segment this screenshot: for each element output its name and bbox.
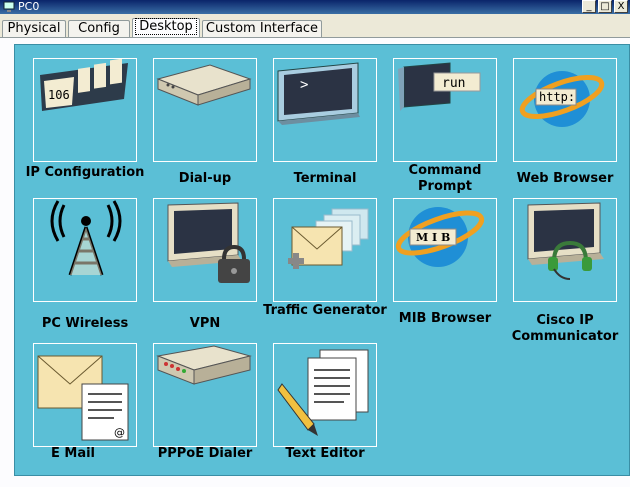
email-label: E Mail — [50, 446, 96, 461]
terminal-icon: > — [277, 62, 360, 125]
tab-desktop[interactable]: Desktop — [132, 18, 200, 38]
svg-text:>: > — [300, 77, 308, 93]
dial-up-label: Dial-up — [178, 171, 232, 186]
web-browser-label: Web Browser — [516, 171, 614, 186]
pppoe-dialer-button[interactable] — [153, 343, 257, 447]
pc-wireless-label: PC Wireless — [41, 316, 129, 331]
traffic-generator-label: Traffic Generator — [263, 303, 387, 318]
pppoe-dialer-label: PPPoE Dialer — [157, 446, 253, 461]
title-bar: PC0 _ □ X — [0, 0, 630, 14]
web-browser-icon: http: — [519, 71, 605, 127]
svg-text:run: run — [442, 76, 465, 91]
svg-text:106: 106 — [48, 88, 70, 102]
terminal-label: Terminal — [293, 171, 357, 186]
pc-app-icon — [3, 1, 15, 12]
command-prompt-button[interactable]: run — [393, 58, 497, 162]
pc-wireless-button[interactable] — [33, 198, 137, 302]
svg-text:http:: http: — [539, 90, 575, 104]
text-editor-button[interactable] — [273, 343, 377, 447]
traffic-generator-button[interactable] — [273, 198, 377, 302]
email-button[interactable]: @ — [33, 343, 137, 447]
svg-text:M I B: M I B — [416, 231, 450, 244]
wireless-antenna-icon — [50, 200, 122, 276]
desktop-panel: 106 IP Configuration Dial-up > Terminal … — [14, 44, 630, 476]
window-title: PC0 — [18, 0, 40, 13]
web-browser-button[interactable]: http: — [513, 58, 617, 162]
vpn-button[interactable] — [153, 198, 257, 302]
ip-configuration-label: IP Configuration — [25, 165, 145, 180]
terminal-button[interactable]: > — [273, 58, 377, 162]
text-editor-icon — [277, 349, 369, 436]
dial-up-button[interactable] — [153, 58, 257, 162]
ip-communicator-icon — [527, 202, 604, 280]
tab-physical[interactable]: Physical — [2, 20, 66, 38]
mib-browser-button[interactable]: M I B — [393, 198, 497, 302]
text-editor-label: Text Editor — [285, 446, 365, 461]
tab-config[interactable]: Config — [68, 20, 130, 38]
pppoe-dialer-icon — [156, 345, 252, 385]
svg-text:@: @ — [114, 426, 125, 439]
tab-custom-interface[interactable]: Custom Interface — [202, 20, 322, 38]
ip-configuration-icon: 106 — [40, 59, 128, 111]
minimize-button[interactable]: _ — [582, 0, 596, 13]
vpn-lock-icon — [167, 202, 250, 283]
command-prompt-label: Command Prompt — [408, 163, 482, 194]
ip-configuration-button[interactable]: 106 — [33, 58, 137, 162]
traffic-generator-icon — [288, 208, 369, 269]
modem-icon — [156, 64, 252, 106]
maximize-button[interactable]: □ — [598, 0, 612, 13]
command-prompt-icon: run — [398, 62, 481, 111]
email-icon: @ — [37, 355, 129, 441]
mib-browser-icon: M I B — [395, 207, 485, 267]
tab-bar: Physical Config Desktop Custom Interface — [0, 14, 630, 38]
vpn-label: VPN — [189, 316, 221, 331]
cisco-ip-communicator-button[interactable] — [513, 198, 617, 302]
cisco-ip-communicator-label: Cisco IP Communicator — [511, 313, 619, 344]
mib-browser-label: MIB Browser — [398, 311, 492, 326]
close-button[interactable]: X — [614, 0, 628, 13]
